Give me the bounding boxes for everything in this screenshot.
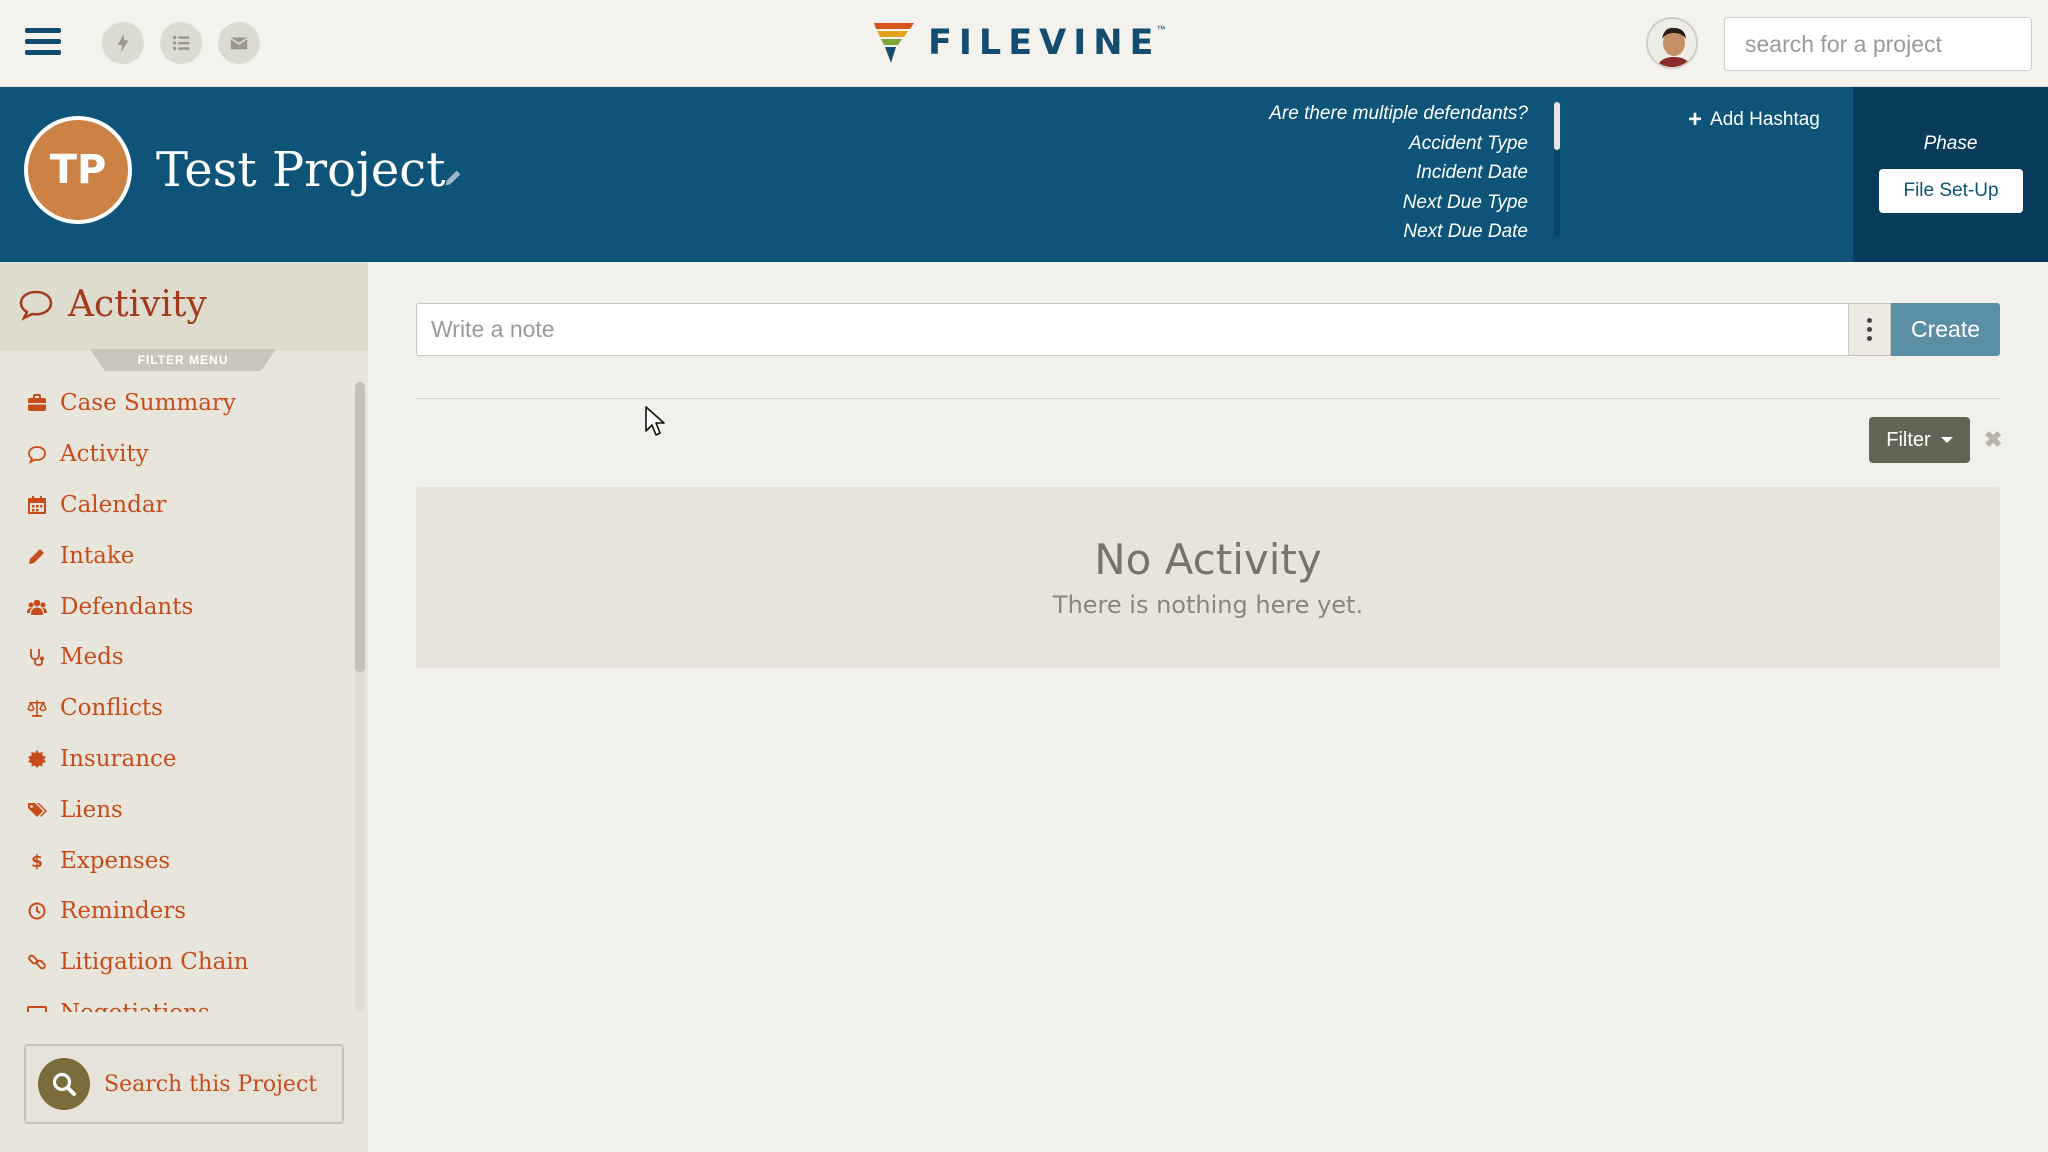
- sidebar-item-defendants[interactable]: Defendants: [0, 581, 350, 632]
- sidebar-title: Activity: [18, 284, 207, 325]
- add-hashtag-label: Add Hashtag: [1710, 109, 1820, 130]
- sidebar-item-label: Activity: [60, 441, 149, 468]
- sidebar-item-label: Calendar: [60, 491, 167, 518]
- tags-icon: [26, 799, 48, 821]
- sidebar-item-label: Liens: [60, 796, 123, 823]
- envelope-icon[interactable]: [218, 22, 260, 64]
- sidebar-item-expenses[interactable]: $ Expenses: [0, 835, 350, 886]
- pencil-icon: [26, 545, 48, 567]
- speech-bubble-icon: [26, 443, 48, 465]
- sidebar-item-negotiations[interactable]: Negotiations: [0, 988, 350, 1012]
- project-field[interactable]: Next Due Date: [1269, 217, 1528, 247]
- search-this-project-label: Search this Project: [104, 1071, 318, 1097]
- sidebar-item-label: Case Summary: [60, 390, 236, 417]
- sidebar-item-label: Reminders: [60, 898, 187, 925]
- sidebar: Activity FILTER MENU Case Summary Activi…: [0, 262, 368, 1152]
- phase-button[interactable]: File Set-Up: [1879, 169, 2023, 213]
- svg-text:$: $: [31, 852, 43, 871]
- sidebar-item-activity[interactable]: Activity: [0, 429, 350, 480]
- calendar-icon: [26, 494, 48, 516]
- filter-dropdown-button[interactable]: Filter: [1869, 417, 1970, 463]
- sidebar-item-insurance[interactable]: Insurance: [0, 734, 350, 785]
- phase-panel: Phase File Set-Up: [1853, 87, 2048, 262]
- search-this-project-button[interactable]: Search this Project: [24, 1044, 344, 1124]
- sidebar-item-intake[interactable]: Intake: [0, 530, 350, 581]
- project-avatar[interactable]: TP: [24, 116, 132, 224]
- filter-menu-tab[interactable]: FILTER MENU: [90, 349, 276, 371]
- fields-scrollbar[interactable]: [1554, 102, 1560, 237]
- clock-icon: [26, 900, 48, 922]
- activity-empty-state: No Activity There is nothing here yet.: [416, 487, 2000, 668]
- task-list-icon[interactable]: [160, 22, 202, 64]
- filter-label: Filter: [1886, 428, 1931, 451]
- sidebar-item-reminders[interactable]: Reminders: [0, 886, 350, 937]
- sidebar-item-liens[interactable]: Liens: [0, 784, 350, 835]
- project-field[interactable]: Are there multiple defendants?: [1269, 99, 1528, 129]
- mouse-cursor-icon: [645, 406, 665, 436]
- sidebar-header: Activity: [0, 262, 368, 351]
- lightning-icon[interactable]: [102, 22, 144, 64]
- sidebar-item-label: Expenses: [60, 847, 171, 874]
- hamburger-menu-icon[interactable]: [25, 28, 61, 58]
- add-hashtag-button[interactable]: + Add Hashtag: [1688, 106, 1820, 133]
- project-search-input[interactable]: [1724, 17, 2032, 71]
- feed-divider: [416, 398, 2000, 399]
- dollar-icon: $: [26, 850, 48, 872]
- sidebar-item-label: Litigation Chain: [60, 949, 249, 976]
- speech-bubble-icon: [19, 290, 53, 321]
- filevine-logo-mark-icon: [874, 23, 914, 63]
- sidebar-item-label: Meds: [60, 644, 124, 671]
- filevine-logo[interactable]: FILEVINE ™: [872, 20, 1165, 66]
- empty-state-subtitle: There is nothing here yet.: [1052, 591, 1364, 619]
- sidebar-item-meds[interactable]: Meds: [0, 632, 350, 683]
- sidebar-nav-list: Case Summary Activity Calendar Intake De…: [0, 378, 350, 1012]
- create-note-button[interactable]: Create: [1891, 303, 2000, 356]
- sidebar-item-label: Conflicts: [60, 695, 163, 722]
- top-navigation: FILEVINE ™: [0, 0, 2048, 87]
- certificate-icon: [26, 748, 48, 770]
- scale-icon: [26, 697, 48, 719]
- edit-pencil-icon[interactable]: [442, 167, 464, 189]
- trademark-symbol: ™: [1156, 24, 1166, 34]
- project-field[interactable]: Next Due Type: [1269, 188, 1528, 218]
- search-icon: [38, 1058, 90, 1110]
- users-icon: [26, 596, 48, 618]
- briefcase-icon: [26, 392, 48, 414]
- sidebar-title-text: Activity: [68, 284, 207, 325]
- fields-scrollbar-thumb[interactable]: [1554, 102, 1560, 150]
- sidebar-item-calendar[interactable]: Calendar: [0, 480, 350, 531]
- stethoscope-icon: [26, 646, 48, 668]
- sidebar-item-litigation-chain[interactable]: Litigation Chain: [0, 937, 350, 988]
- project-header: TP Test Project Are there multiple defen…: [0, 87, 2048, 262]
- project-title: Test Project: [156, 142, 446, 198]
- logo-wordmark: FILEVINE: [928, 23, 1161, 63]
- sidebar-item-label: Defendants: [60, 593, 194, 620]
- sidebar-scrollbar[interactable]: [355, 382, 365, 1012]
- sidebar-scrollbar-thumb[interactable]: [355, 382, 365, 672]
- caret-down-icon: [1940, 437, 1953, 443]
- sidebar-item-case-summary[interactable]: Case Summary: [0, 378, 350, 429]
- sidebar-item-conflicts[interactable]: Conflicts: [0, 683, 350, 734]
- project-field[interactable]: Incident Date: [1269, 158, 1528, 188]
- sidebar-item-label: Insurance: [60, 745, 177, 772]
- sidebar-item-label: Intake: [60, 542, 135, 569]
- link-icon: [26, 951, 48, 973]
- clear-filter-icon[interactable]: ✖: [1984, 427, 2002, 453]
- user-avatar[interactable]: [1646, 17, 1698, 69]
- sidebar-item-label: Negotiations: [60, 1000, 210, 1012]
- phase-label: Phase: [1923, 133, 1978, 154]
- handshake-icon: [26, 1002, 48, 1012]
- note-options-menu-icon[interactable]: [1848, 303, 1891, 356]
- project-fields-list: Are there multiple defendants? Accident …: [1269, 99, 1528, 247]
- project-field[interactable]: Accident Type: [1269, 129, 1528, 159]
- plus-icon: +: [1688, 106, 1703, 133]
- write-note-input[interactable]: [416, 303, 1848, 356]
- empty-state-title: No Activity: [1094, 535, 1322, 584]
